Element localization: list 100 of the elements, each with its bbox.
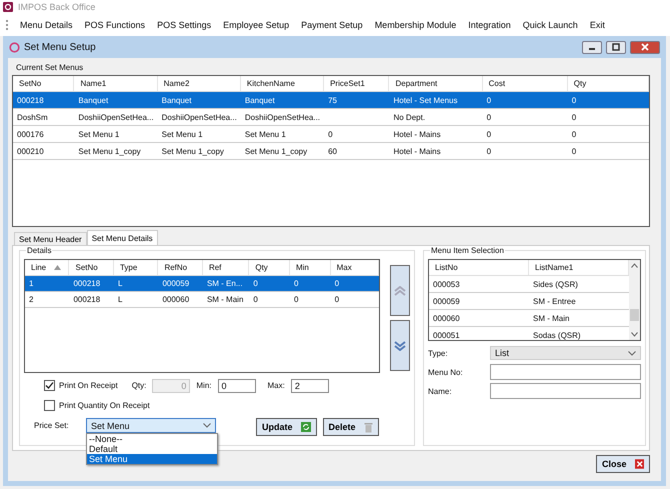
max-field[interactable]: 2	[290, 378, 329, 392]
dropdown-option[interactable]: --None--	[87, 434, 217, 444]
menu-no-field[interactable]	[490, 364, 641, 380]
column-header[interactable]: SetNo	[69, 260, 114, 275]
table-cell-text: 000059	[432, 296, 461, 308]
column-header[interactable]: Max	[330, 260, 379, 275]
menu-item[interactable]: Exit	[584, 20, 611, 30]
column-header[interactable]: Line	[25, 260, 70, 275]
column-header[interactable]: RefNo	[158, 260, 203, 275]
dropdown-option[interactable]: Default	[87, 444, 217, 454]
column-header[interactable]: KitchenName	[240, 76, 324, 91]
table-cell-text: 0	[486, 146, 492, 158]
menu-item[interactable]: Employee Setup	[217, 20, 296, 30]
minimize-button[interactable]	[582, 40, 602, 54]
table-row[interactable]: 000210 Set Menu 1_copy Set Menu 1_copy Set Menu 1_copy 60 Hotel - Mains 0 0	[13, 143, 649, 160]
table-cell-text: Banquet	[160, 94, 192, 107]
scrollbar[interactable]	[629, 260, 640, 340]
table-cell-text: Sodas (QSR)	[532, 330, 582, 340]
table-cell-text: SM - En...	[206, 278, 244, 290]
table-cell-text: 0	[486, 94, 492, 106]
column-header[interactable]: SetNo	[13, 76, 74, 91]
field-label: Max:	[268, 381, 285, 390]
column-header[interactable]: Ref	[202, 260, 250, 275]
name-field[interactable]	[490, 383, 641, 399]
table-row[interactable]: DoshSm DoshiiOpenSetHea... DoshiiOpenSetHea... DoshiiOpenSetHea... No Dept. 0 0	[13, 109, 649, 126]
table-row[interactable]: 000053 Sides (QSR)	[429, 276, 629, 293]
table-cell-text: Sides (QSR)	[532, 278, 579, 291]
tab[interactable]: Set Menu Details	[86, 230, 158, 245]
group-label: Details	[26, 246, 52, 255]
menu-item[interactable]: POS Functions	[78, 20, 152, 30]
menu-item[interactable]: Menu Details	[14, 20, 79, 30]
table-cell-text: 000051	[432, 330, 461, 340]
table-cell-text: 0	[252, 278, 259, 290]
grip-icon	[6, 20, 10, 30]
column-header[interactable]: Qty	[249, 260, 290, 275]
tab[interactable]: Set Menu Header	[14, 232, 87, 245]
restore-button[interactable]	[606, 40, 626, 54]
delete-button[interactable]: Delete	[322, 418, 379, 436]
close-button[interactable]: Close	[596, 455, 650, 473]
window-ring-icon	[9, 42, 20, 52]
close-icon	[634, 459, 644, 469]
table-cell-text: 000218	[16, 94, 45, 106]
table-cell-text: Banquet	[77, 94, 110, 107]
table-cell-text: 0	[293, 294, 300, 306]
table-row[interactable]: 1 000218 L 000059 SM - En... 0 0 0	[25, 276, 379, 292]
dropdown-option[interactable]: Set Menu	[87, 454, 217, 464]
menu-item[interactable]: Integration	[462, 20, 517, 30]
table-row[interactable]: 000176 Set Menu 1 Set Menu 1 Set Menu 1 0 Hotel - Mains 0 0	[13, 126, 649, 143]
table-cell-text: DoshSm	[16, 112, 49, 124]
min-field[interactable]: 0	[218, 378, 256, 392]
table-cell-text: 0	[334, 278, 340, 290]
column-header[interactable]: ListNo	[429, 260, 529, 275]
table-cell-text: 000053	[432, 278, 461, 290]
table-cell-text: No Dept.	[392, 112, 426, 124]
table-cell-text: 0	[327, 128, 334, 140]
close-icon	[641, 43, 649, 51]
column-header[interactable]: Name1	[74, 76, 158, 91]
menu-item[interactable]: Quick Launch	[516, 20, 584, 30]
table-row[interactable]: 000059 SM - Entree	[429, 293, 629, 310]
table-cell-text: Set Menu 1_copy	[160, 146, 225, 158]
column-header[interactable]: Min	[290, 260, 331, 275]
menu-item[interactable]: POS Settings	[151, 20, 218, 30]
check-icon	[45, 381, 54, 390]
column-header[interactable]: PriceSet1	[324, 76, 390, 91]
table-row[interactable]: 2 000218 L 000060 SM - Main 0 0 0	[25, 292, 379, 308]
column-header[interactable]: Name2	[158, 76, 241, 91]
table-cell-text: 0	[486, 128, 492, 140]
field-label: Name:	[428, 386, 453, 396]
scroll-thumb[interactable]	[630, 309, 639, 321]
move-up-button[interactable]	[390, 265, 410, 316]
scroll-down-icon	[631, 332, 638, 337]
field-label: Min:	[196, 381, 212, 390]
table-row[interactable]: 000218 Banquet Banquet Banquet 75 Hotel - Set Menus 0 0	[13, 92, 649, 109]
menu-item[interactable]: Payment Setup	[295, 20, 369, 30]
column-header[interactable]: Type	[114, 260, 158, 275]
table-cell-text: 000210	[16, 146, 45, 158]
table-cell-text: 000060	[161, 294, 190, 306]
table-cell-text: Set Menu 1_copy	[244, 146, 308, 158]
table-cell-text: Banquet	[244, 94, 276, 107]
table-cell-text: SM - Entree	[532, 296, 577, 308]
print-quantity-checkbox[interactable]: Print Quantity On Receipt	[44, 400, 150, 411]
column-header[interactable]: Qty	[568, 76, 649, 91]
type-dropdown[interactable]: List	[490, 346, 641, 360]
menu-item[interactable]: Membership Module	[368, 20, 462, 30]
column-header[interactable]: Department	[389, 76, 483, 91]
move-down-button[interactable]	[390, 320, 410, 371]
table-row[interactable]: 000060 SM - Main	[429, 310, 629, 327]
table-cell-text: 000218	[72, 294, 102, 306]
table-cell-text: DoshiiOpenSetHea...	[77, 112, 155, 124]
close-window-button[interactable]	[630, 40, 660, 54]
double-chevron-down-icon	[394, 340, 406, 350]
table-cell-text: Set Menu 1	[77, 128, 120, 140]
column-header[interactable]: Cost	[482, 76, 568, 91]
print-on-receipt-checkbox[interactable]: Print On Receipt	[44, 380, 118, 391]
price-set-dropdown[interactable]: Set Menu	[86, 418, 216, 433]
table-cell-text: Hotel - Set Menus	[392, 94, 458, 106]
table-cell-text: Set Menu 1	[160, 128, 204, 140]
update-button[interactable]: Update	[256, 418, 317, 436]
table-cell-text: 0	[486, 112, 492, 124]
table-cell-text: 0	[570, 146, 578, 158]
